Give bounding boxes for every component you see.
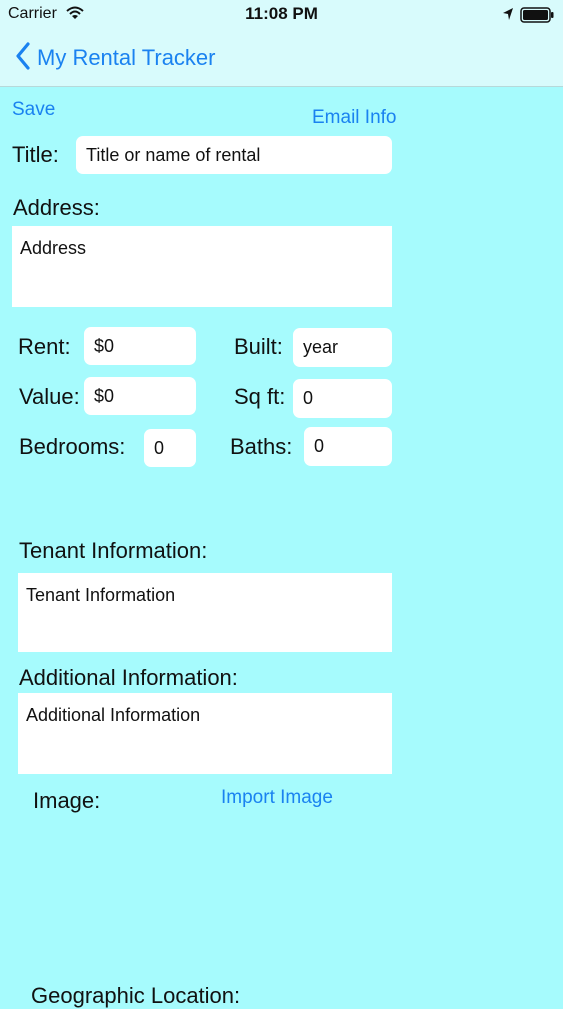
value-label: Value: [19,384,80,409]
additional-info-field[interactable]: Additional Information [18,693,392,774]
address-field[interactable]: Address [12,226,392,307]
additional-info-label: Additional Information: [19,665,238,690]
title-label: Title: [12,142,59,167]
bedrooms-field[interactable]: 0 [144,429,196,467]
email-info-button[interactable]: Email Info [312,107,396,129]
built-label: Built: [234,334,283,359]
chevron-left-icon [15,41,31,75]
save-button[interactable]: Save [12,99,55,121]
built-field[interactable]: year [293,328,392,367]
back-button-label: My Rental Tracker [37,45,216,70]
location-arrow-icon [502,7,514,26]
image-label: Image: [33,788,101,813]
rent-label: Rent: [18,334,71,359]
address-label: Address: [13,195,100,220]
sqft-field[interactable]: 0 [293,379,392,418]
bedrooms-label: Bedrooms: [19,434,126,459]
back-button[interactable]: My Rental Tracker [15,41,216,75]
sqft-label: Sq ft: [234,384,286,409]
battery-icon [520,7,554,28]
baths-field[interactable]: 0 [304,427,392,466]
status-time: 11:08 PM [245,4,318,23]
status-bar: Carrier 11:08 PM [0,0,563,30]
geographic-location-label: Geographic Location: [31,983,241,1008]
import-image-button[interactable]: Import Image [221,787,333,809]
tenant-info-label: Tenant Information: [19,538,208,563]
rent-field[interactable]: $0 [84,327,196,365]
baths-label: Baths: [230,434,293,459]
tenant-info-field[interactable]: Tenant Information [18,573,392,652]
value-field[interactable]: $0 [84,377,196,415]
title-field[interactable]: Title or name of rental [76,136,392,174]
